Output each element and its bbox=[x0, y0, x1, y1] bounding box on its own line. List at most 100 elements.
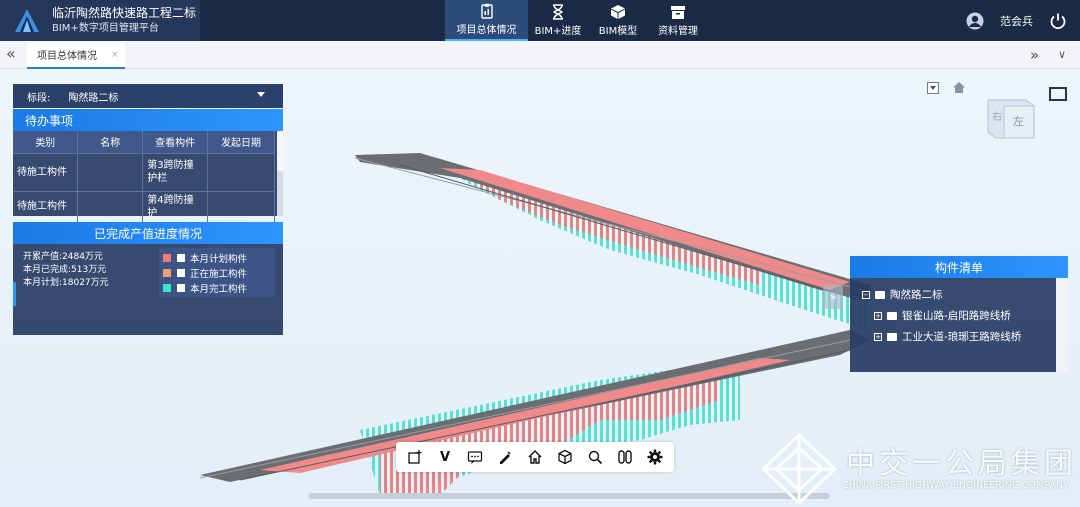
v-measure-icon[interactable]: V bbox=[434, 446, 456, 468]
checkbox[interactable] bbox=[177, 268, 185, 277]
folder-icon bbox=[875, 290, 885, 299]
tree-node-bridge-2[interactable]: + 工业大道-琅琊王路跨线桥 bbox=[850, 326, 1068, 347]
nav-overview[interactable]: 项目总体情况 bbox=[445, 0, 528, 41]
legend: 本月计划构件 正在施工构件 本月完工构件 bbox=[159, 248, 275, 297]
dropdown-caret-icon[interactable] bbox=[257, 92, 265, 97]
todo-cell bbox=[207, 190, 275, 222]
stat-month-plan: 本月计划:18027万元 bbox=[23, 278, 109, 288]
comment-icon[interactable] bbox=[464, 446, 486, 468]
table-row[interactable]: 待施工构件 第3跨防撞护栏 bbox=[13, 152, 275, 191]
overview-icon bbox=[480, 3, 493, 19]
nav-bim-progress[interactable]: BIM+进度 bbox=[528, 0, 588, 41]
stat-cumulative: 开累产值:2484万元 bbox=[23, 252, 103, 262]
expand-icon[interactable]: + bbox=[874, 311, 882, 320]
parts-title: 构件清单 bbox=[850, 256, 1068, 278]
search-icon[interactable] bbox=[584, 446, 606, 468]
model-toolbar: V bbox=[396, 442, 674, 472]
app-subtitle: BIM+数字项目管理平台 bbox=[52, 22, 159, 34]
fullscreen-icon[interactable] bbox=[1049, 87, 1067, 101]
todo-col-date[interactable]: 发起日期 bbox=[207, 131, 275, 153]
tree-node-bridge-1[interactable]: + 银雀山路-启阳路跨线桥 bbox=[850, 305, 1068, 326]
todo-col-view[interactable]: 查看构件 bbox=[142, 131, 209, 153]
swatch-completed bbox=[163, 283, 171, 292]
settings-icon[interactable] bbox=[644, 446, 666, 468]
swatch-planned bbox=[163, 253, 171, 262]
close-icon[interactable]: × bbox=[111, 50, 119, 60]
todo-cell-link[interactable]: 第4跨防撞护 bbox=[142, 190, 209, 222]
progress-stats: 开累产值:2484万元 本月已完成:513万元 本月计划:18027万元 bbox=[23, 251, 109, 290]
checkbox[interactable] bbox=[177, 253, 185, 262]
archive-icon bbox=[671, 6, 685, 19]
tree-node-root[interactable]: − 陶然路二标 bbox=[850, 284, 1068, 305]
legend-item-completed[interactable]: 本月完工构件 bbox=[163, 280, 271, 295]
progress-title: 已完成产值进度情况 bbox=[13, 222, 283, 244]
nav-bim-model-label: BIM模型 bbox=[598, 26, 638, 37]
tab-overview[interactable]: 项目总体情况 × bbox=[27, 42, 125, 69]
folder-icon bbox=[887, 332, 897, 341]
progress-panel: 已完成产值进度情况 开累产值:2484万元 本月已完成:513万元 本月计划:1… bbox=[13, 222, 283, 335]
user-name[interactable]: 范会兵 bbox=[1000, 13, 1033, 29]
legend-label: 本月完工构件 bbox=[190, 283, 248, 295]
select-box-icon[interactable] bbox=[404, 446, 426, 468]
avatar-icon[interactable] bbox=[966, 12, 984, 30]
todo-panel: 待办事项 类别 名称 查看构件 发起日期 待施工构件 第3跨防撞护栏 待施工构件… bbox=[13, 109, 283, 222]
nav-archive-label: 资料管理 bbox=[658, 26, 698, 37]
cube-view-icon[interactable] bbox=[554, 446, 576, 468]
parts-tree: − 陶然路二标 + 银雀山路-启阳路跨线桥 + 工业大道-琅琊王路跨线桥 bbox=[850, 278, 1068, 347]
tree-node-label[interactable]: 工业大道-琅琊王路跨线桥 bbox=[902, 329, 1021, 344]
segment-select[interactable]: 标段: 陶然路二标 bbox=[13, 84, 283, 108]
todo-cell-link[interactable]: 第3跨防撞护栏 bbox=[142, 152, 209, 191]
parts-panel: 构件清单 − 陶然路二标 + 银雀山路-启阳路跨线桥 + 工业大道-琅琊王路跨线… bbox=[850, 256, 1068, 372]
tab-bar: « 项目总体情况 × » ∨ bbox=[0, 41, 1080, 69]
top-header: 临沂陶然路快速路工程二标 BIM+数字项目管理平台 项目总体情况 BIM+进度 bbox=[0, 0, 1080, 41]
legend-label: 正在施工构件 bbox=[190, 268, 248, 280]
segment-value[interactable]: 陶然路二标 bbox=[68, 89, 118, 104]
checkbox[interactable] bbox=[177, 283, 185, 292]
upper-bridge-piers bbox=[455, 175, 870, 330]
scroll-right-icon[interactable]: » bbox=[1030, 46, 1039, 64]
todo-cell: 待施工构件 bbox=[13, 152, 79, 191]
horizontal-scrollbar[interactable] bbox=[308, 493, 830, 499]
home-icon[interactable] bbox=[952, 81, 966, 94]
todo-cell bbox=[207, 152, 275, 191]
expand-icon[interactable]: + bbox=[874, 332, 882, 341]
cube-face-left: 左 bbox=[1013, 115, 1024, 128]
todo-cell bbox=[77, 152, 144, 191]
view-dropdown-icon[interactable] bbox=[927, 82, 939, 94]
cube-icon bbox=[611, 5, 625, 19]
view-cube[interactable]: 右 左 bbox=[978, 94, 1036, 140]
watermark-company-cn: 中交一公局集团 bbox=[846, 446, 1078, 480]
tree-node-label[interactable]: 银雀山路-启阳路跨线桥 bbox=[902, 308, 1011, 323]
tree-node-label[interactable]: 陶然路二标 bbox=[890, 287, 943, 302]
cube-face-right: 右 bbox=[992, 110, 1002, 123]
todo-col-type[interactable]: 类别 bbox=[13, 131, 79, 153]
nav-bim-progress-label: BIM+进度 bbox=[534, 26, 582, 37]
folder-icon bbox=[887, 311, 897, 320]
nav-bim-model[interactable]: BIM模型 bbox=[588, 0, 648, 41]
chevron-down-icon[interactable]: ∨ bbox=[1058, 48, 1066, 61]
nav-archive[interactable]: 资料管理 bbox=[648, 0, 708, 41]
parts-scrollbar[interactable] bbox=[1056, 278, 1068, 372]
logo-icon bbox=[15, 8, 39, 32]
todo-scroll-thumb[interactable] bbox=[277, 131, 283, 171]
legend-item-planned[interactable]: 本月计划构件 bbox=[163, 250, 271, 265]
brand: 临沂陶然路快速路工程二标 BIM+数字项目管理平台 bbox=[0, 0, 200, 41]
section-icon[interactable] bbox=[614, 446, 636, 468]
pen-icon[interactable] bbox=[494, 446, 516, 468]
user-area: 范会兵 bbox=[966, 0, 1080, 41]
home-view-icon[interactable] bbox=[524, 446, 546, 468]
power-icon[interactable] bbox=[1049, 12, 1067, 30]
todo-cell bbox=[77, 190, 144, 222]
collapse-icon[interactable]: − bbox=[862, 290, 870, 299]
expand-panel-icon[interactable]: » bbox=[823, 285, 843, 309]
table-row[interactable]: 待施工构件 第4跨防撞护 bbox=[13, 190, 275, 222]
app-title: 临沂陶然路快速路工程二标 bbox=[52, 5, 197, 20]
swatch-in-progress bbox=[163, 268, 171, 277]
watermark-company-en: CHINA FIRST HIGHWAY ENGINEERING COMPANY bbox=[842, 480, 1069, 491]
scroll-left-icon[interactable]: « bbox=[6, 46, 22, 62]
legend-item-in-progress[interactable]: 正在施工构件 bbox=[163, 265, 271, 280]
todo-table: 类别 名称 查看构件 发起日期 待施工构件 第3跨防撞护栏 待施工构件 第4跨防… bbox=[13, 131, 275, 222]
company-watermark-logo bbox=[760, 432, 838, 506]
stat-month-done: 本月已完成:513万元 bbox=[23, 265, 107, 275]
todo-col-name[interactable]: 名称 bbox=[77, 131, 144, 153]
